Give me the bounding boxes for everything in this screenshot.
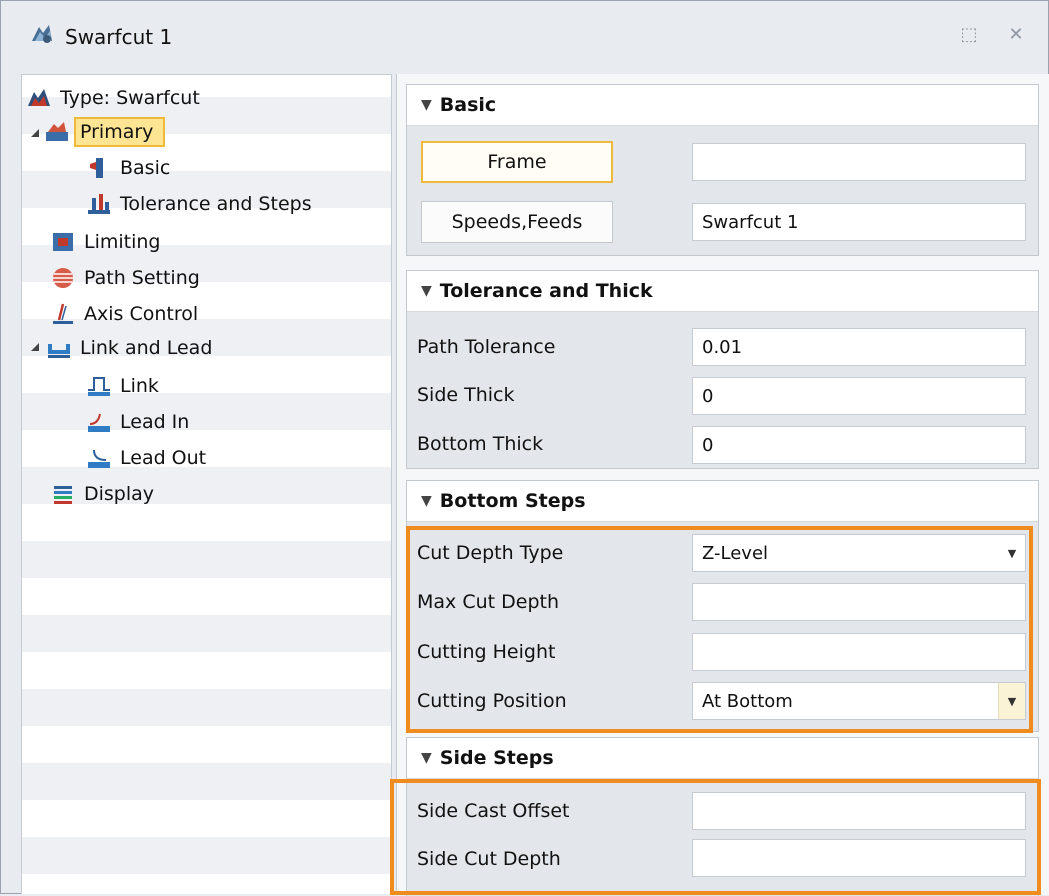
cutting-position-select[interactable]: At Bottom ▼ (692, 682, 1026, 720)
section-basic: ▼ Basic Frame Speeds,Feeds Swarfcut 1 (406, 84, 1039, 256)
axis-control-icon (53, 303, 73, 324)
section-tolerance: ▼ Tolerance and Thick Path Tolerance 0.0… (406, 270, 1039, 469)
tree-item-label: Path Setting (84, 267, 200, 289)
tree-item-type[interactable]: Type: Swarfcut (26, 81, 204, 115)
title-bar: Swarfcut 1 ⬚ ✕ (1, 1, 1048, 69)
swarfcut-icon (32, 25, 52, 43)
section-title: Side Steps (439, 747, 554, 769)
tree-item-limiting[interactable]: Limiting (50, 225, 164, 259)
tree-item-label: Primary (74, 117, 166, 147)
tree-row-stripe (22, 615, 391, 652)
collapse-arrow-icon[interactable] (30, 342, 40, 352)
tree-item-label: Limiting (84, 231, 161, 253)
tree-row-stripe (22, 763, 391, 800)
section-side-steps: ▼ Side Steps Side Cast Offset Side Cut D… (406, 737, 1039, 896)
section-basic-header[interactable]: ▼ Basic (407, 85, 1038, 126)
side-cut-depth-label: Side Cut Depth (417, 848, 561, 870)
tree-item-display[interactable]: Display (50, 477, 158, 511)
cutting-height-label: Cutting Height (417, 641, 556, 663)
window-title: Swarfcut 1 (65, 25, 173, 49)
tree-item-axis-control[interactable]: Axis Control (50, 297, 202, 331)
tree-row-stripe (22, 837, 391, 874)
cutting-position-label: Cutting Position (417, 690, 567, 712)
tree-item-label: Lead Out (120, 447, 207, 469)
cutting-height-field[interactable] (692, 633, 1026, 671)
chevron-down-icon[interactable]: ▼ (999, 535, 1025, 571)
tree-item-link[interactable]: Link (86, 369, 163, 403)
tree-row-stripe (22, 689, 391, 726)
section-title: Basic (439, 94, 497, 116)
cut-depth-type-select[interactable]: Z-Level ▼ (692, 534, 1026, 572)
tolerance-icon (88, 194, 110, 214)
lead-in-icon (88, 413, 110, 432)
speeds-feeds-field[interactable]: Swarfcut 1 (692, 203, 1026, 241)
tree-item-label: Axis Control (84, 303, 199, 325)
speeds-feeds-button[interactable]: Speeds,Feeds (421, 201, 613, 243)
tree-item-path-setting[interactable]: Path Setting (50, 261, 204, 295)
tree-item-label: Link and Lead (80, 337, 213, 359)
section-bottom-steps-header[interactable]: ▼ Bottom Steps (407, 481, 1038, 522)
collapse-triangle-icon: ▼ (421, 283, 432, 299)
tree-item-label: Lead In (120, 411, 190, 433)
max-cut-depth-field[interactable] (692, 583, 1026, 621)
side-cut-depth-field[interactable] (692, 839, 1026, 877)
type-icon (28, 89, 50, 106)
tree-item-label: Type: Swarfcut (60, 87, 200, 109)
tree-row-stripe (22, 541, 391, 578)
section-title: Bottom Steps (439, 490, 586, 512)
path-tolerance-field[interactable]: 0.01 (692, 328, 1026, 366)
bottom-thick-field[interactable]: 0 (692, 426, 1026, 464)
section-bottom-steps: ▼ Bottom Steps Cut Depth Type Z-Level ▼ … (406, 480, 1039, 732)
side-thick-label: Side Thick (417, 384, 515, 406)
close-icon[interactable]: ✕ (1003, 23, 1029, 47)
cut-depth-type-value: Z-Level (702, 542, 769, 564)
link-icon (88, 377, 110, 396)
path-tolerance-label: Path Tolerance (417, 336, 556, 358)
chevron-down-icon[interactable]: ▼ (998, 683, 1025, 719)
tree-item-lead-out[interactable]: Lead Out (86, 441, 210, 475)
dock-icon[interactable]: ⬚ (956, 23, 982, 47)
collapse-triangle-icon: ▼ (421, 493, 432, 509)
basic-icon (90, 158, 103, 178)
path-setting-icon (53, 268, 73, 288)
frame-field[interactable] (692, 143, 1026, 181)
dialog-window: Swarfcut 1 ⬚ ✕ Type: Swarfcut Primary Ba… (0, 0, 1049, 896)
tree-row-stripe (22, 393, 391, 430)
side-cast-offset-field[interactable] (692, 792, 1026, 830)
side-cast-offset-label: Side Cast Offset (417, 800, 570, 822)
collapse-arrow-icon[interactable] (30, 128, 40, 138)
collapse-triangle-icon: ▼ (421, 97, 432, 113)
cutting-position-value: At Bottom (702, 690, 793, 712)
tree-item-tolerance-steps[interactable]: Tolerance and Steps (86, 187, 316, 221)
limiting-icon (53, 233, 73, 251)
lead-out-icon (88, 449, 110, 468)
cut-depth-type-label: Cut Depth Type (417, 542, 564, 564)
tree-item-link-lead[interactable]: Link and Lead (46, 331, 216, 365)
collapse-triangle-icon: ▼ (421, 750, 432, 766)
parameter-tree: Type: Swarfcut Primary Basic Tolerance a… (21, 74, 392, 894)
primary-icon (46, 122, 68, 141)
tree-item-label: Tolerance and Steps (120, 193, 312, 215)
bottom-thick-label: Bottom Thick (417, 433, 544, 455)
tree-item-label: Display (84, 483, 155, 505)
max-cut-depth-label: Max Cut Depth (417, 591, 559, 613)
side-thick-field[interactable]: 0 (692, 377, 1026, 415)
tree-item-lead-in[interactable]: Lead In (86, 405, 193, 439)
section-tolerance-header[interactable]: ▼ Tolerance and Thick (407, 271, 1038, 312)
tree-item-label: Link (120, 375, 159, 397)
tree-item-label: Basic (120, 157, 171, 179)
link-lead-icon (48, 344, 70, 358)
tree-item-basic[interactable]: Basic (86, 151, 174, 185)
tree-item-primary[interactable]: Primary (44, 115, 166, 149)
display-icon (54, 486, 72, 504)
section-side-steps-header[interactable]: ▼ Side Steps (407, 738, 1038, 779)
frame-button[interactable]: Frame (421, 141, 613, 183)
section-title: Tolerance and Thick (439, 280, 653, 302)
